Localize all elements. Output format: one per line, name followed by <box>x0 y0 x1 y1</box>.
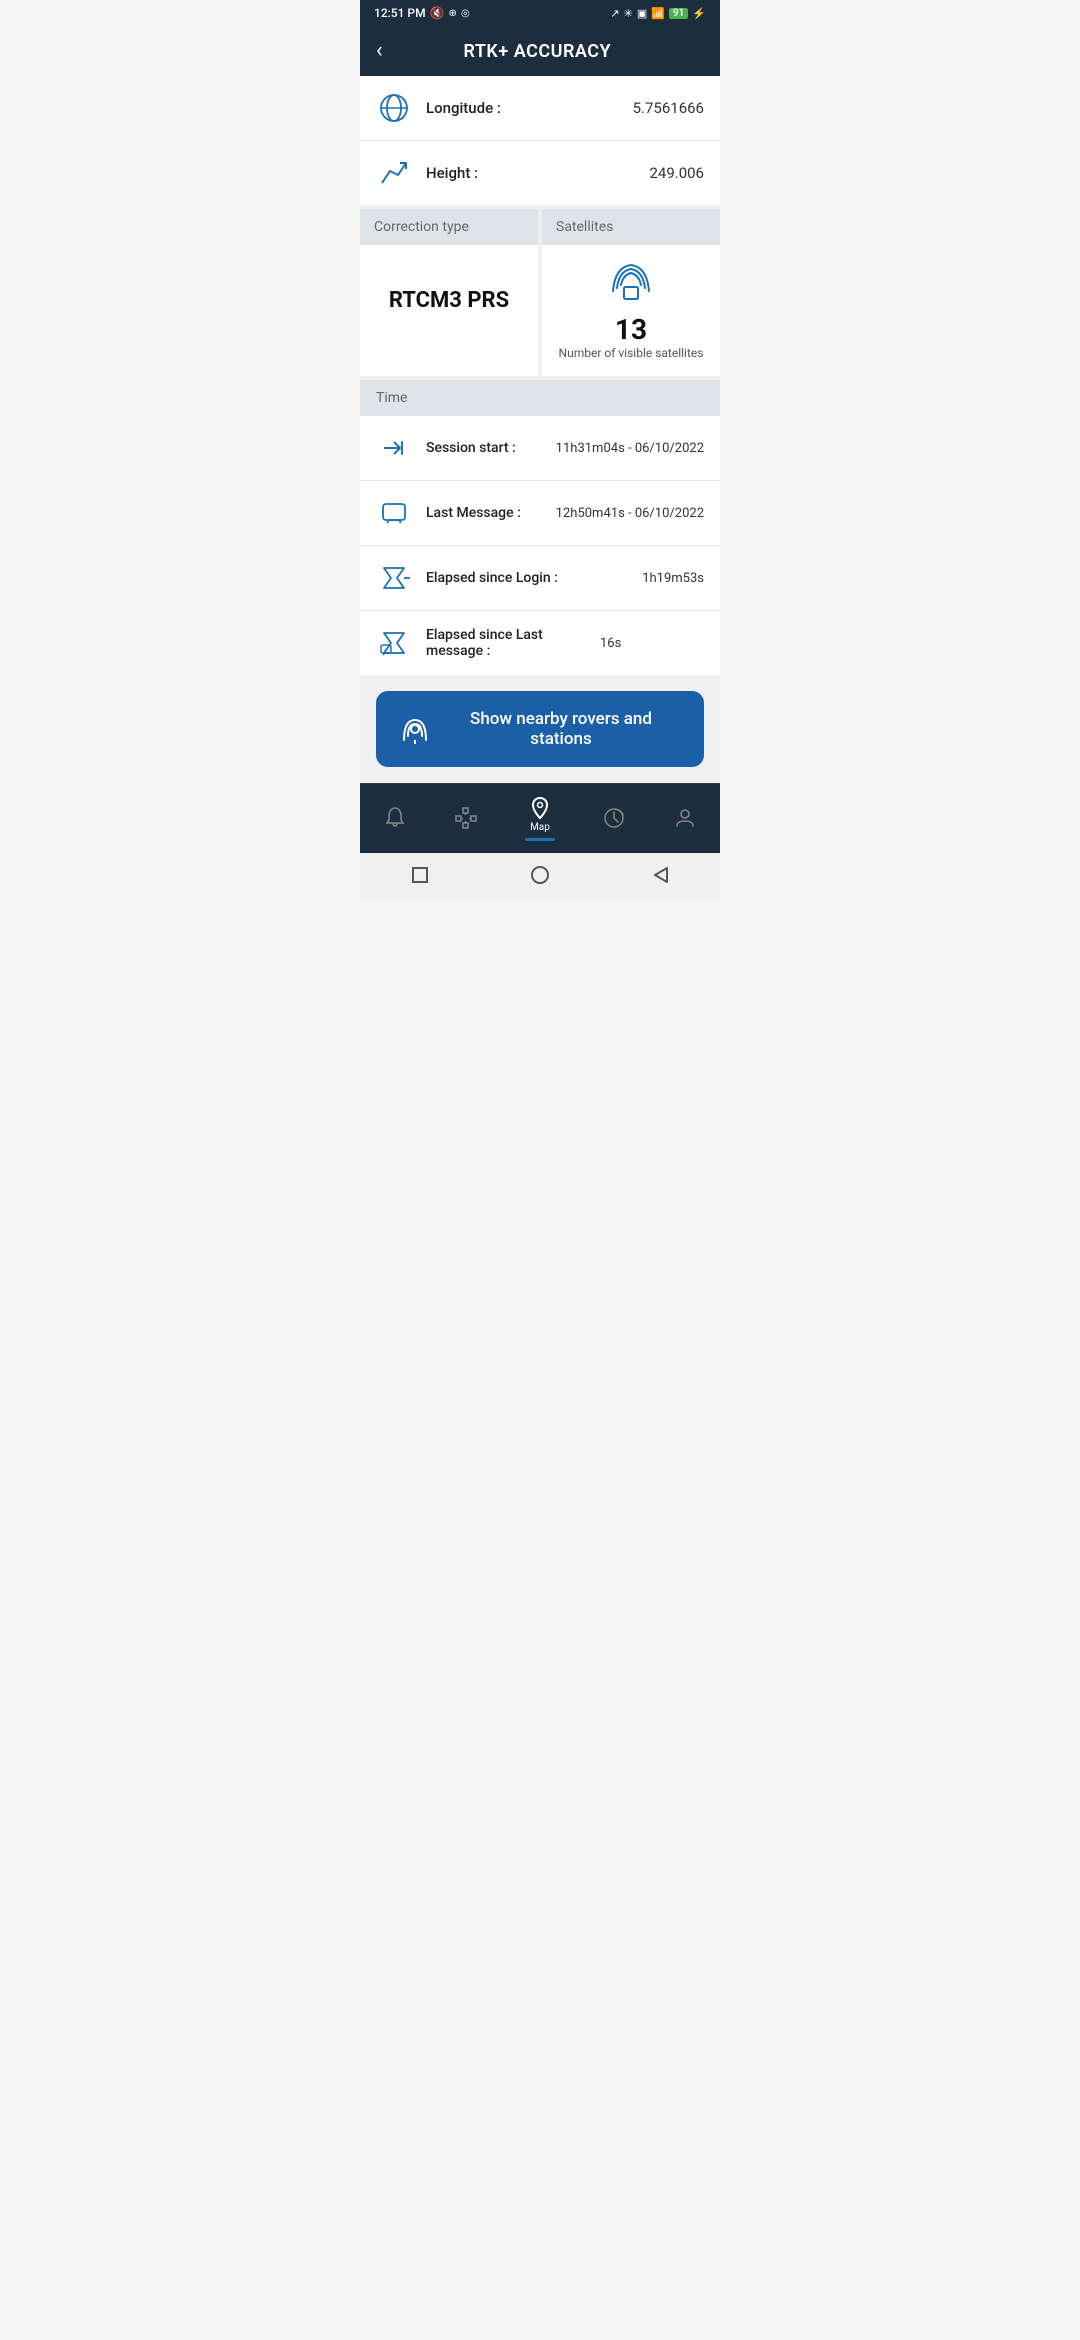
time-section-header: Time <box>360 380 720 416</box>
elapsed-login-row: Elapsed since Login : 1h19m53s <box>360 546 720 611</box>
height-label: Height : <box>426 164 635 182</box>
longitude-icon <box>376 90 412 126</box>
height-value: 249.006 <box>649 164 704 182</box>
elapsed-last-message-row: Elapsed since Last message : 16s <box>360 611 720 675</box>
show-nearby-button[interactable]: Show nearby rovers and stations <box>376 691 704 767</box>
satellites-card: Satellites 13 Number of visible satellit… <box>542 209 720 376</box>
time-section: Time Session start : 11h31m04s - 06/10/2… <box>360 380 720 675</box>
elapsed-last-message-value: 16s <box>600 636 621 651</box>
bluetooth-icon: ✳ <box>624 7 633 20</box>
session-start-icon <box>376 430 412 466</box>
last-message-value: 12h50m41s - 06/10/2022 <box>556 506 704 521</box>
last-message-row: Last Message : 12h50m41s - 06/10/2022 <box>360 481 720 546</box>
nav-item-bell[interactable] <box>371 802 419 836</box>
satellite-signal-icon <box>609 261 653 305</box>
nodes-icon <box>454 806 478 830</box>
wifi-icon: 📶 <box>651 7 665 20</box>
longitude-label: Longitude : <box>426 99 619 117</box>
circle-icon: ◎ <box>461 8 470 19</box>
satellite-label: Number of visible satellites <box>559 346 704 360</box>
user-icon <box>673 806 697 830</box>
nav-map-label: Map <box>530 822 550 833</box>
bolt-icon: ⚡ <box>692 7 706 20</box>
battery-charge-icon: ▣ <box>637 7 647 20</box>
session-start-row: Session start : 11h31m04s - 06/10/2022 <box>360 416 720 481</box>
satellites-body: 13 Number of visible satellites <box>542 245 720 376</box>
show-nearby-label: Show nearby rovers and stations <box>442 709 680 749</box>
nav-item-user[interactable] <box>661 802 709 836</box>
page-title: RTK+ ACCURACY <box>395 41 680 62</box>
status-bar: 12:51 PM 🔇 ⊕ ◎ ↗ ✳ ▣ 📶 91 ⚡ <box>360 0 720 26</box>
sys-circle-button[interactable] <box>526 861 554 889</box>
elapsed-login-value: 1h19m53s <box>642 571 704 586</box>
correction-type-card: Correction type RTCM3 PRS <box>360 209 538 376</box>
last-message-label: Last Message : <box>426 505 542 521</box>
bell-icon <box>383 806 407 830</box>
satellites-header: Satellites <box>542 209 720 245</box>
sys-square-button[interactable] <box>406 861 434 889</box>
satellite-count: 13 <box>615 313 647 346</box>
battery-icon: 91 <box>669 8 688 19</box>
sys-back-button[interactable] <box>646 861 674 889</box>
elapsed-last-message-icon <box>376 625 412 661</box>
arrow-icon: ↗ <box>610 7 619 20</box>
station-icon <box>400 714 430 744</box>
nav-item-clock[interactable] <box>590 802 638 836</box>
longitude-row: Longitude : 5.7561666 <box>360 76 720 141</box>
last-message-icon <box>376 495 412 531</box>
session-start-label: Session start : <box>426 440 542 456</box>
clock-icon <box>602 806 626 830</box>
main-content: Longitude : 5.7561666 Height : 249.006 C… <box>360 76 720 783</box>
app-header: ‹ RTK+ ACCURACY <box>360 26 720 76</box>
longitude-value: 5.7561666 <box>633 99 704 117</box>
mute-icon: 🔇 <box>430 6 445 20</box>
height-row: Height : 249.006 <box>360 141 720 205</box>
elapsed-login-label: Elapsed since Login : <box>426 570 628 586</box>
nav-item-nodes[interactable] <box>442 802 490 836</box>
nav-item-map[interactable]: Map <box>513 792 567 845</box>
correction-type-value: RTCM3 PRS <box>389 288 509 313</box>
elapsed-last-message-label: Elapsed since Last message : <box>426 627 586 659</box>
location-info-card: Longitude : 5.7561666 Height : 249.006 <box>360 76 720 205</box>
status-time: 12:51 PM <box>374 6 426 20</box>
bottom-navigation: Map <box>360 783 720 853</box>
two-col-section: Correction type RTCM3 PRS Satellites <box>360 209 720 376</box>
height-icon <box>376 155 412 191</box>
status-bar-right: ↗ ✳ ▣ 📶 91 ⚡ <box>610 7 706 20</box>
system-nav <box>360 853 720 899</box>
location-icon: ⊕ <box>449 8 457 19</box>
session-start-value: 11h31m04s - 06/10/2022 <box>556 441 704 456</box>
correction-type-header: Correction type <box>360 209 538 245</box>
elapsed-login-icon <box>376 560 412 596</box>
back-button[interactable]: ‹ <box>376 40 383 62</box>
status-bar-left: 12:51 PM 🔇 ⊕ ◎ <box>374 6 470 20</box>
map-pin-icon <box>528 796 552 820</box>
correction-type-body: RTCM3 PRS <box>360 245 538 355</box>
